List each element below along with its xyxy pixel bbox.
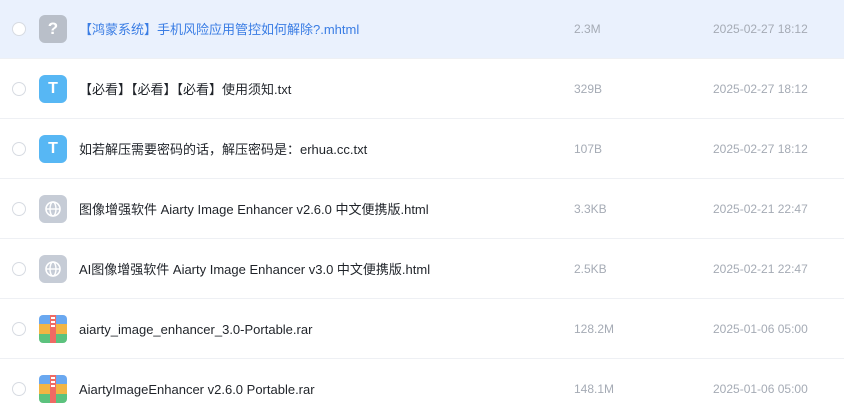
file-size: 148.1M: [574, 382, 615, 396]
row-checkbox[interactable]: [12, 262, 26, 276]
file-size: 128.2M: [574, 322, 615, 336]
file-row[interactable]: AI图像增强软件 Aiarty Image Enhancer v3.0 中文便携…: [0, 240, 844, 299]
file-row[interactable]: aiarty_image_enhancer_3.0-Portable.rar 1…: [0, 300, 844, 359]
row-checkbox[interactable]: [12, 142, 26, 156]
file-row[interactable]: 图像增强软件 Aiarty Image Enhancer v2.6.0 中文便携…: [0, 180, 844, 239]
file-name[interactable]: aiarty_image_enhancer_3.0-Portable.rar: [79, 300, 312, 359]
file-date: 2025-01-06 05:00: [713, 382, 808, 396]
archive-file-icon: [39, 375, 67, 403]
row-checkbox[interactable]: [12, 82, 26, 96]
file-row[interactable]: ? 【鸿蒙系统】手机风险应用管控如何解除?.mhtml 2.3M 2025-02…: [0, 0, 844, 59]
file-list: ? 【鸿蒙系统】手机风险应用管控如何解除?.mhtml 2.3M 2025-02…: [0, 0, 844, 403]
file-row[interactable]: T 如若解压需要密码的话，解压密码是：erhua.cc.txt 107B 202…: [0, 120, 844, 179]
file-size: 329B: [574, 82, 603, 96]
globe-icon: [45, 261, 61, 277]
text-file-icon: T: [39, 75, 67, 103]
file-date: 2025-02-27 18:12: [713, 22, 808, 36]
file-size: 3.3KB: [574, 202, 607, 216]
text-file-icon: T: [39, 135, 67, 163]
row-checkbox[interactable]: [12, 382, 26, 396]
file-name[interactable]: AiartyImageEnhancer v2.6.0 Portable.rar: [79, 360, 315, 403]
row-checkbox[interactable]: [12, 322, 26, 336]
row-checkbox[interactable]: [12, 202, 26, 216]
rar-archive-icon: [39, 315, 67, 343]
file-name[interactable]: 【鸿蒙系统】手机风险应用管控如何解除?.mhtml: [79, 0, 359, 59]
file-name[interactable]: 图像增强软件 Aiarty Image Enhancer v2.6.0 中文便携…: [79, 180, 429, 239]
file-size: 107B: [574, 142, 603, 156]
file-date: 2025-01-06 05:00: [713, 322, 808, 336]
unknown-file-icon: ?: [39, 15, 67, 43]
file-name[interactable]: 【必看】【必看】【必看】使用须知.txt: [79, 60, 291, 119]
globe-icon: [45, 201, 61, 217]
rar-archive-icon: [39, 375, 67, 403]
file-date: 2025-02-21 22:47: [713, 262, 808, 276]
web-file-icon: [39, 195, 67, 223]
file-row[interactable]: T 【必看】【必看】【必看】使用须知.txt 329B 2025-02-27 1…: [0, 60, 844, 119]
file-date: 2025-02-27 18:12: [713, 82, 808, 96]
file-date: 2025-02-21 22:47: [713, 202, 808, 216]
file-name[interactable]: AI图像增强软件 Aiarty Image Enhancer v3.0 中文便携…: [79, 240, 430, 299]
file-size: 2.3M: [574, 22, 601, 36]
file-name[interactable]: 如若解压需要密码的话，解压密码是：erhua.cc.txt: [79, 120, 367, 179]
row-checkbox[interactable]: [12, 22, 26, 36]
file-size: 2.5KB: [574, 262, 607, 276]
file-row[interactable]: AiartyImageEnhancer v2.6.0 Portable.rar …: [0, 360, 844, 403]
file-date: 2025-02-27 18:12: [713, 142, 808, 156]
web-file-icon: [39, 255, 67, 283]
archive-file-icon: [39, 315, 67, 343]
